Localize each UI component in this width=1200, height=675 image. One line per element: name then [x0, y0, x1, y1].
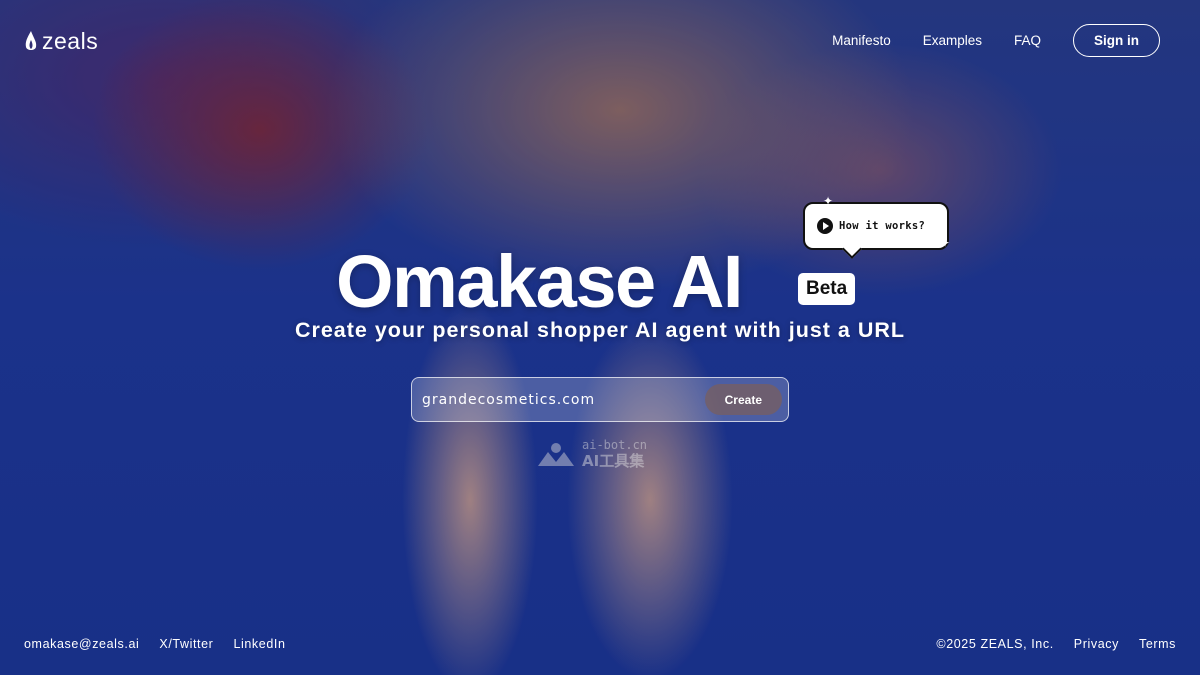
sign-in-button[interactable]: Sign in [1073, 24, 1160, 57]
watermark: ai-bot.cn AI工具集 [536, 438, 647, 470]
create-button[interactable]: Create [704, 384, 782, 415]
hero-title: Omakase AI [336, 240, 743, 323]
footer-email-link[interactable]: omakase@zeals.ai [24, 637, 139, 651]
site-header: zeals Manifesto Examples FAQ Sign in [0, 0, 1200, 80]
footer-linkedin-link[interactable]: LinkedIn [233, 637, 285, 651]
footer-links-right: ©2025 ZEALS, Inc. Privacy Terms [936, 637, 1176, 651]
watermark-logo-icon [538, 443, 574, 466]
how-it-works-button[interactable]: How it works? [803, 202, 949, 250]
footer-twitter-link[interactable]: X/Twitter [159, 637, 213, 651]
footer-terms-link[interactable]: Terms [1139, 637, 1176, 651]
url-input[interactable] [412, 378, 705, 421]
url-form: Create [411, 377, 789, 422]
beta-badge: Beta [798, 273, 856, 305]
footer-privacy-link[interactable]: Privacy [1074, 637, 1119, 651]
watermark-title: AI工具集 [582, 452, 645, 470]
sparkle-icon: ✦ [940, 236, 951, 250]
zeals-logo[interactable]: zeals [24, 28, 98, 55]
nav-manifesto[interactable]: Manifesto [832, 33, 891, 48]
copyright-text: ©2025 ZEALS, Inc. [936, 637, 1054, 651]
nav-examples[interactable]: Examples [923, 33, 982, 48]
logo-text: zeals [42, 28, 99, 54]
main-nav: Manifesto Examples FAQ Sign in [832, 24, 1160, 57]
footer-links-left: omakase@zeals.ai X/Twitter LinkedIn [24, 637, 286, 651]
nav-faq[interactable]: FAQ [1014, 33, 1041, 48]
watermark-domain: ai-bot.cn [582, 438, 648, 452]
play-icon [817, 218, 833, 234]
sparkle-icon: ✦ [823, 194, 834, 208]
flame-icon [25, 30, 37, 50]
how-it-works-label: How it works? [839, 220, 926, 232]
hero-subtitle: Create your personal shopper AI agent wi… [294, 318, 906, 342]
